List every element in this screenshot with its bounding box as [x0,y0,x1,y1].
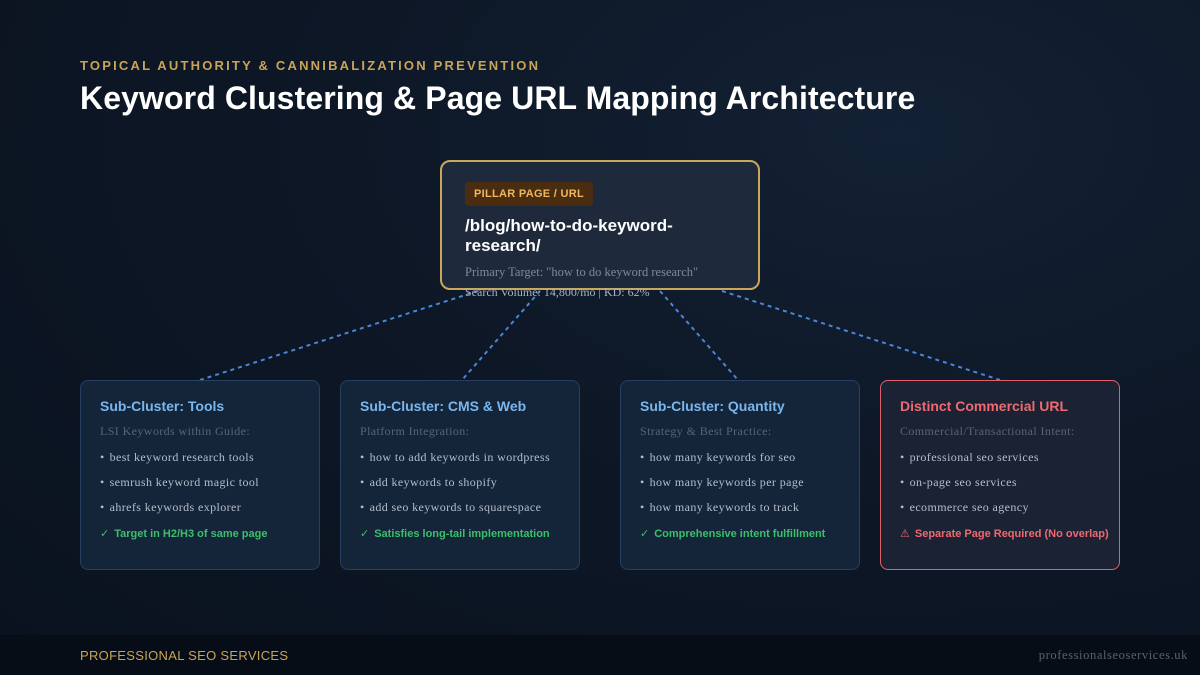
keyword-list: • professional seo services • on-page seo … [900,448,1100,523]
connector-cms [461,290,541,381]
cluster-note: ⚠ Separate Page Required (No overlap) [900,528,1109,540]
keyword-item: • how many keywords to track [640,500,800,514]
check-icon: ✓ [360,528,370,540]
cluster-note: ✓ Satisfies long-tail implementation [360,528,550,540]
cluster-subtitle: LSI Keywords within Guide: [100,424,251,438]
bullet-dot-icon: • [100,500,105,514]
cluster-card-quantity: Sub-Cluster: Quantity Strategy & Best Pr… [620,380,860,570]
footer-brand: PROFESSIONAL SEO SERVICES [80,648,289,663]
keyword-item: • on-page seo services [900,475,1017,489]
keyword-item: • semrush keyword magic tool [100,475,259,489]
keyword-item: • add keywords to shopify [360,475,498,489]
footer-bar: PROFESSIONAL SEO SERVICES professionalse… [0,635,1200,675]
check-icon: ✓ [100,528,110,540]
connector-commercial [721,290,1001,381]
keyword-list: • best keyword research tools • semrush ke… [100,448,300,523]
bullet-dot-icon: • [900,450,905,464]
cluster-card-cms: Sub-Cluster: CMS & Web Platform Integrat… [340,380,580,570]
connector-tools [199,290,479,381]
cluster-title: Sub-Cluster: Quantity [640,398,785,414]
pillar-badge: PILLAR PAGE / URL [465,182,594,206]
keyword-list: • how many keywords for seo • how many key… [640,448,840,523]
cluster-title: Distinct Commercial URL [900,398,1069,414]
cluster-subtitle: Commercial/Transactional Intent: [900,424,1075,438]
cluster-subtitle: Strategy & Best Practice: [640,424,772,438]
keyword-item: • ahrefs keywords explorer [100,500,242,514]
cluster-note: ✓ Comprehensive intent fulfillment [640,528,826,540]
keyword-item: • ecommerce seo agency [900,500,1029,514]
keyword-item: • how many keywords per page [640,475,804,489]
keyword-item: • how to add keywords in wordpress [360,450,551,464]
check-icon: ✓ [640,528,650,540]
pillar-search-volume: Search Volume: 14,800/mo | KD: 62% [465,285,650,299]
warning-icon: ⚠ [900,528,910,540]
keyword-item: • professional seo services [900,450,1039,464]
bullet-dot-icon: • [640,450,645,464]
bullet-dot-icon: • [360,475,365,489]
cluster-note: ✓ Target in H2/H3 of same page [100,528,268,540]
bullet-dot-icon: • [900,500,905,514]
cluster-card-tools: Sub-Cluster: Tools LSI Keywords within G… [80,380,320,570]
bullet-dot-icon: • [640,500,645,514]
keyword-list: • how to add keywords in wordpress • add k… [360,448,560,523]
cluster-subtitle: Platform Integration: [360,424,470,438]
cluster-title: Sub-Cluster: Tools [100,398,225,414]
pillar-url: /blog/how-to-do-keyword-research/ [465,216,673,255]
bullet-dot-icon: • [100,475,105,489]
pillar-primary-target: Primary Target: "how to do keyword resea… [465,265,699,279]
connector-lines [199,290,1001,381]
bullet-dot-icon: • [100,450,105,464]
bullet-dot-icon: • [900,475,905,489]
pillar-page-card: PILLAR PAGE / URL /blog/how-to-do-keywor… [440,160,760,299]
bullet-dot-icon: • [360,450,365,464]
bullet-dot-icon: • [640,475,645,489]
connector-quantity [659,290,739,381]
bullet-dot-icon: • [360,500,365,514]
footer-site-url: professionalseoservices.uk [1038,648,1188,662]
keyword-item: • best keyword research tools [100,450,255,464]
cluster-title: Sub-Cluster: CMS & Web [360,398,527,414]
keyword-item: • add seo keywords to squarespace [360,500,542,514]
cluster-card-commercial: Distinct Commercial URL Commercial/Trans… [880,380,1120,570]
keyword-item: • how many keywords for seo [640,450,796,464]
